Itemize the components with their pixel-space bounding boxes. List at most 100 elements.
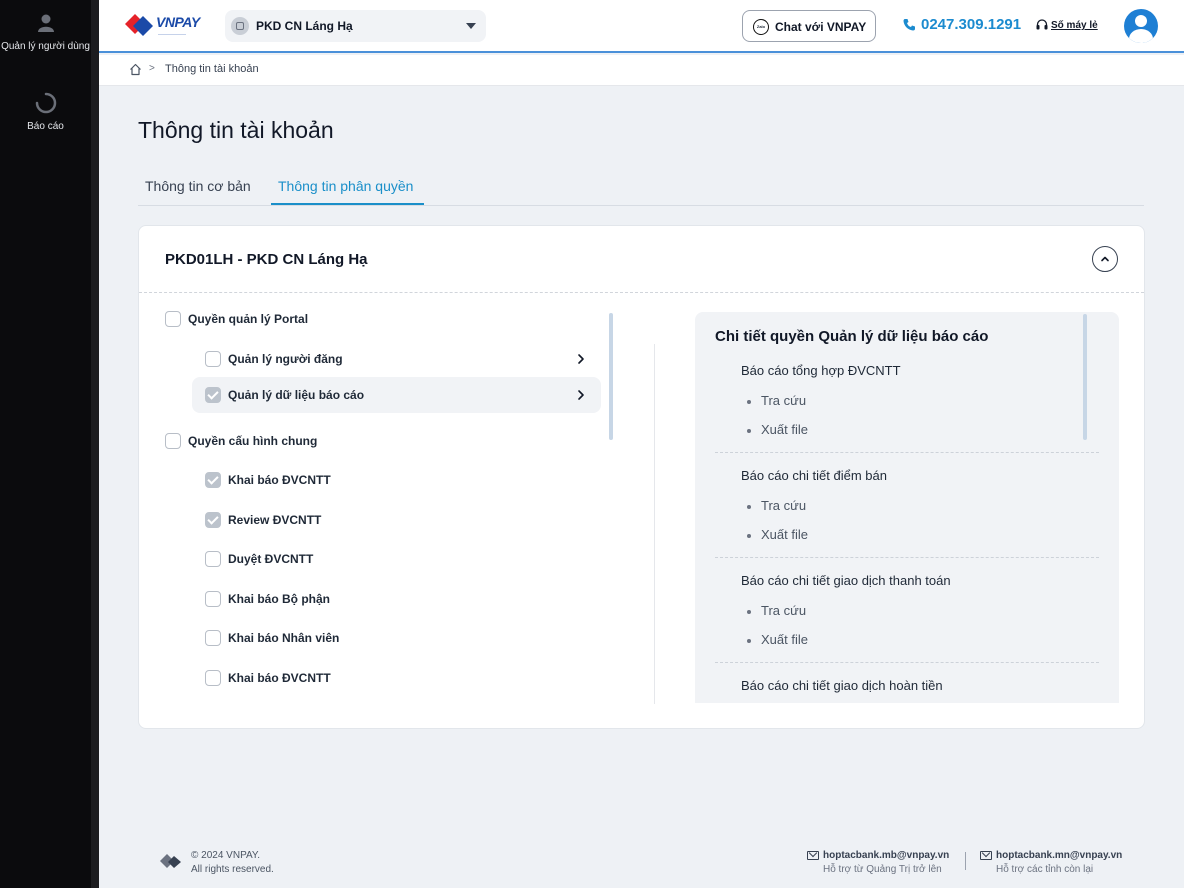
extension-link[interactable]: Số máy lẻ <box>1036 19 1098 31</box>
checkbox[interactable] <box>165 433 181 449</box>
permission-item-user-management[interactable]: Quản lý người đăng <box>192 341 601 377</box>
report-name: Báo cáo chi tiết giao dịch thanh toán <box>741 573 951 588</box>
vnpay-footer-logo-icon <box>160 854 181 868</box>
user-icon <box>37 14 54 32</box>
checkbox-checked[interactable] <box>205 387 221 403</box>
loading-spinner-icon <box>35 92 56 114</box>
permission-label: Khai báo Nhân viên <box>228 631 340 645</box>
checkbox[interactable] <box>205 670 221 686</box>
card-title: PKD01LH - PKD CN Láng Hạ <box>165 251 368 268</box>
detail-title: Chi tiết quyền Quản lý dữ liệu báo cáo <box>715 328 989 345</box>
hotline-number: 0247.309.1291 <box>921 16 1022 33</box>
permission-label: Review ĐVCNTT <box>228 513 322 527</box>
permission-group-portal[interactable]: Quyền quản lý Portal <box>165 301 465 337</box>
contact-note: Hỗ trợ các tỉnh còn lại <box>996 864 1094 875</box>
report-action-item: Tra cứu <box>746 498 806 513</box>
report-action-item: Xuất file <box>747 422 808 437</box>
logo-text: VNPAY <box>156 14 200 30</box>
permission-detail-panel: Chi tiết quyền Quản lý dữ liệu báo cáo B… <box>695 312 1119 703</box>
chevron-right-icon <box>578 390 584 400</box>
permission-group-general-config[interactable]: Quyền cấu hình chung <box>165 423 465 459</box>
sidebar-item-user-management[interactable]: Quản lý người dùng <box>0 12 91 53</box>
tab-bar: Thông tin cơ bản Thông tin phân quyền <box>138 166 1144 206</box>
tab-permission-info[interactable]: Thông tin phân quyền <box>278 178 413 194</box>
report-action-item: Tra cứu <box>746 393 806 408</box>
permission-item-report-data[interactable]: Quản lý dữ liệu báo cáo <box>192 377 601 413</box>
store-icon <box>231 17 249 35</box>
permission-label: Khai báo Bộ phận <box>228 592 330 606</box>
copyright: © 2024 VNPAY. All rights reserved. <box>191 849 274 877</box>
contact-note: Hỗ trợ từ Quảng Trị trở lên <box>823 864 942 875</box>
chat-vnpay-button[interactable]: Zalo Chat với VNPAY <box>742 10 876 42</box>
caret-down-icon <box>466 23 476 29</box>
zalo-icon: Zalo <box>753 19 769 35</box>
report-divider <box>715 557 1099 558</box>
phone-icon <box>903 19 915 31</box>
copyright-line: © 2024 VNPAY. <box>191 850 261 861</box>
permission-label: Khai báo ĐVCNTT <box>228 473 331 487</box>
permission-label: Khai báo ĐVCNTT <box>228 671 331 685</box>
chat-button-label: Chat với VNPAY <box>775 20 867 34</box>
tab-basic-info[interactable]: Thông tin cơ bản <box>145 178 251 194</box>
contact-south[interactable]: hoptacbank.mn@vnpay.vn Hỗ trợ các tỉnh c… <box>980 849 1123 877</box>
active-tab-indicator <box>271 203 424 205</box>
card-divider <box>139 292 1144 293</box>
permission-item[interactable]: Khai báo Nhân viên <box>205 620 505 656</box>
permission-label: Quản lý người đăng <box>228 352 343 366</box>
permission-item[interactable]: Duyệt ĐVCNTT <box>205 541 505 577</box>
permission-card: PKD01LH - PKD CN Láng Hạ Quyền quản lý P… <box>138 225 1145 729</box>
chevron-up-icon <box>1101 256 1109 262</box>
vnpay-logo[interactable]: VNPAY ——————— <box>123 12 205 40</box>
checkbox-checked[interactable] <box>205 472 221 488</box>
avatar-body <box>1129 29 1153 43</box>
frame-divider <box>91 0 99 888</box>
report-action-item: Xuất file <box>747 632 808 647</box>
detail-scrollbar[interactable] <box>1083 314 1087 440</box>
home-icon[interactable] <box>129 63 142 76</box>
report-action-item: Xuất file <box>747 527 808 542</box>
logo-tagline: ——————— <box>158 31 186 36</box>
mail-icon <box>980 851 992 860</box>
checkbox[interactable] <box>165 311 181 327</box>
report-divider <box>715 452 1099 453</box>
breadcrumb: > Thông tin tài khoản <box>99 55 1184 86</box>
sidebar: Quản lý người dùng Báo cáo <box>0 0 91 888</box>
sidebar-item-label: Quản lý người dùng <box>1 41 90 52</box>
extension-label: Số máy lẻ <box>1051 20 1098 31</box>
permission-list-scrollbar[interactable] <box>609 313 613 440</box>
copyright-line: All rights reserved. <box>191 864 274 875</box>
report-action-item: Tra cứu <box>746 603 806 618</box>
checkbox[interactable] <box>205 351 221 367</box>
branch-select-value: PKD CN Láng Hạ <box>256 19 353 33</box>
footer-divider <box>965 852 966 870</box>
permission-label: Quản lý dữ liệu báo cáo <box>228 388 365 402</box>
sidebar-item-label: Báo cáo <box>27 121 64 132</box>
checkbox[interactable] <box>205 591 221 607</box>
report-divider <box>715 662 1099 663</box>
contact-email: hoptacbank.mn@vnpay.vn <box>996 850 1123 861</box>
permission-item[interactable]: Khai báo ĐVCNTT <box>205 660 505 696</box>
contact-north[interactable]: hoptacbank.mb@vnpay.vn Hỗ trợ từ Quảng T… <box>807 849 949 877</box>
checkbox[interactable] <box>205 551 221 567</box>
permission-label: Quyền cấu hình chung <box>188 434 318 448</box>
report-name: Báo cáo chi tiết giao dịch hoàn tiền <box>741 678 943 693</box>
page-title: Thông tin tài khoản <box>138 117 334 143</box>
sidebar-item-reports[interactable]: Báo cáo <box>0 92 91 133</box>
branch-select[interactable]: PKD CN Láng Hạ <box>225 10 486 42</box>
permission-label: Quyền quản lý Portal <box>188 312 309 326</box>
avatar[interactable] <box>1124 9 1158 43</box>
report-name: Báo cáo chi tiết điểm bán <box>741 468 887 483</box>
chevron-right-icon <box>578 354 584 364</box>
top-header: VNPAY ——————— PKD CN Láng Hạ Zalo Chat v… <box>99 0 1184 53</box>
headset-icon <box>1036 19 1048 30</box>
checkbox[interactable] <box>205 630 221 646</box>
permission-item[interactable]: Khai báo Bộ phận <box>205 581 505 617</box>
report-name: Báo cáo tổng hợp ĐVCNTT <box>741 363 901 378</box>
avatar-head <box>1135 15 1147 27</box>
permission-item[interactable]: Khai báo ĐVCNTT <box>205 462 505 498</box>
checkbox-checked[interactable] <box>205 512 221 528</box>
breadcrumb-current: Thông tin tài khoản <box>165 63 259 75</box>
collapse-button[interactable] <box>1092 246 1118 272</box>
hotline-link[interactable]: 0247.309.1291 <box>903 16 1021 33</box>
permission-item[interactable]: Review ĐVCNTT <box>205 502 505 538</box>
